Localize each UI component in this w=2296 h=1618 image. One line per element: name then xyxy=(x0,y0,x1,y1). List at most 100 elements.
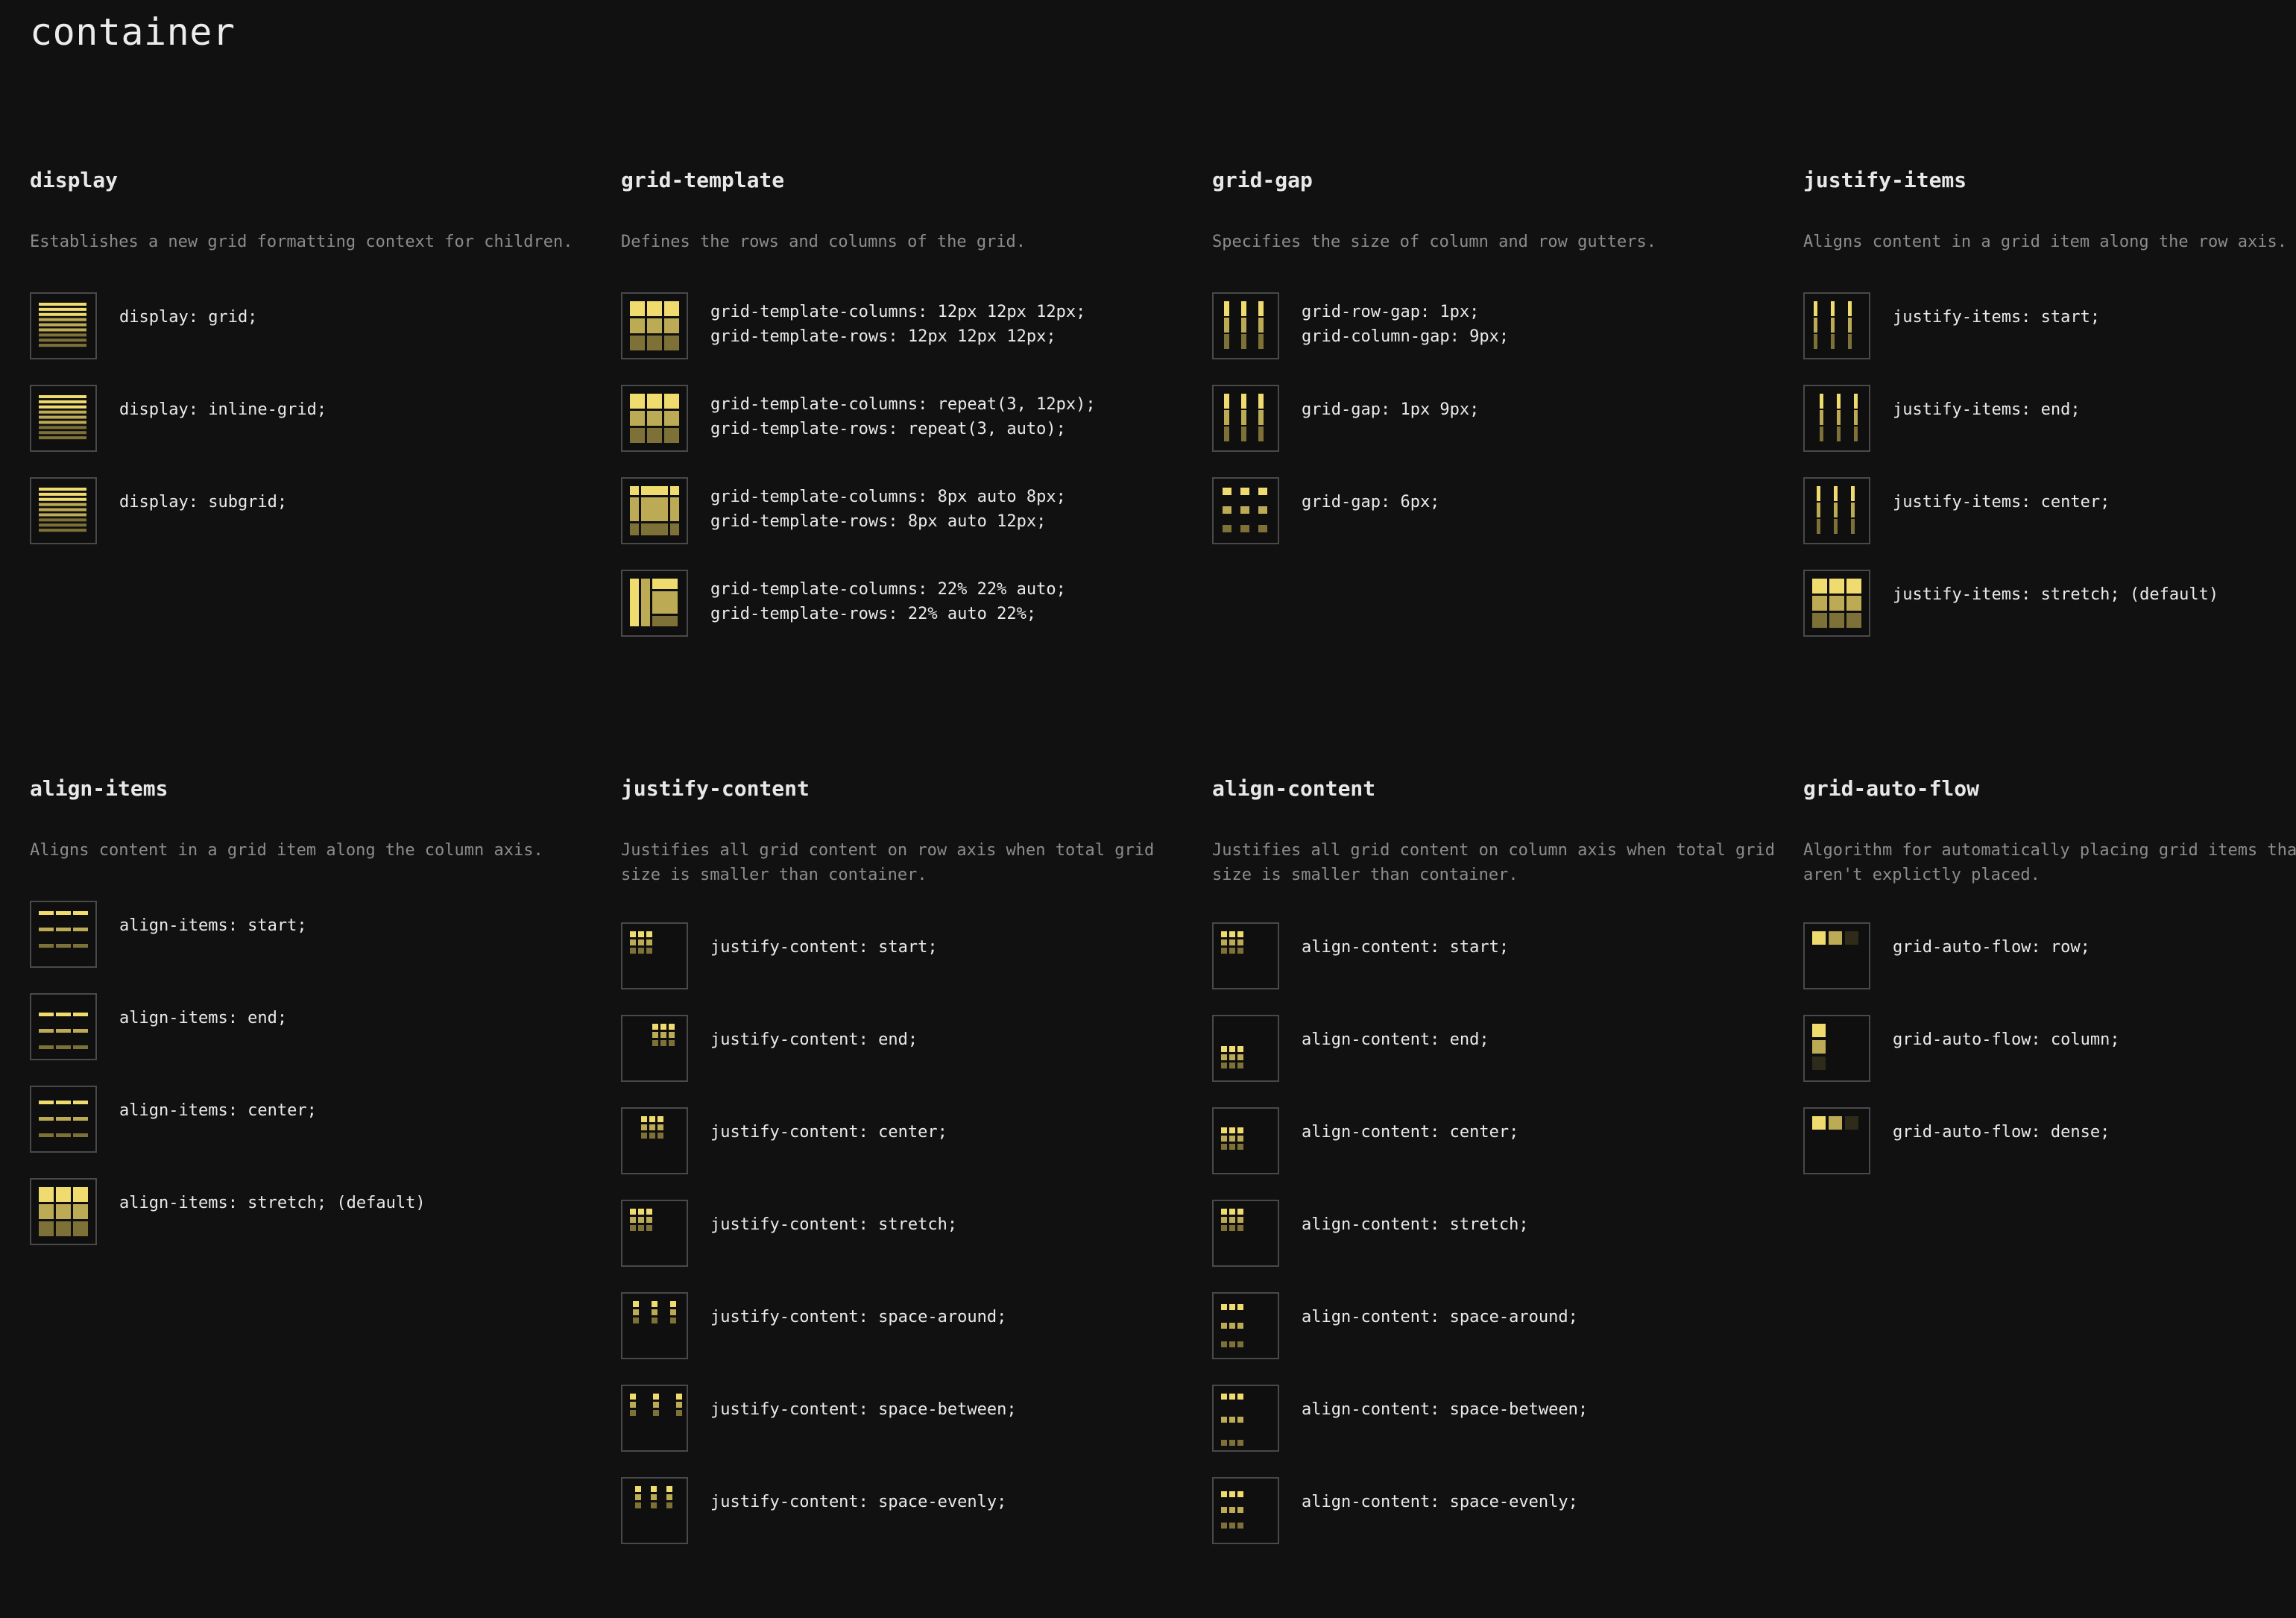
css-line: grid-template-rows: 8px auto 12px; xyxy=(710,512,1047,531)
css-declaration: align-items: start; xyxy=(119,913,307,938)
grid-auto-flow-column-icon xyxy=(1803,1015,1870,1082)
css-line: align-content: space-between; xyxy=(1302,1400,1589,1419)
css-line: justify-content: start; xyxy=(710,937,938,957)
example-list: justify-content: start; justify-content: … xyxy=(621,922,1188,1545)
align-content-space-around-icon xyxy=(1212,1292,1279,1359)
example-item: justify-content: stretch; xyxy=(621,1199,1188,1268)
css-declaration: align-content: space-evenly; xyxy=(1302,1490,1578,1514)
align-items-center-icon xyxy=(30,1086,97,1153)
example-item: justify-items: center; xyxy=(1803,476,2296,545)
section-justify-content: justify-content Justifies all grid conten… xyxy=(621,775,1188,1569)
css-declaration: align-content: space-between; xyxy=(1302,1397,1588,1422)
css-declaration: align-content: center; xyxy=(1302,1120,1518,1145)
section-title: grid-template xyxy=(621,168,785,192)
css-line: grid-gap: 1px 9px; xyxy=(1302,400,1480,419)
css-line: grid-auto-flow: column; xyxy=(1893,1030,2120,1049)
justify-items-end-icon xyxy=(1803,385,1870,452)
css-declaration: grid-template-columns: repeat(3, 12px); g… xyxy=(710,392,1096,441)
css-line: align-content: space-evenly; xyxy=(1302,1492,1578,1511)
section-justify-items: justify-items Aligns content in a grid it… xyxy=(1803,167,2296,661)
section-title: align-items xyxy=(30,776,168,801)
example-item: display: inline-grid; xyxy=(30,384,596,453)
css-declaration: grid-template-columns: 8px auto 8px; grid… xyxy=(710,485,1066,534)
example-item: grid-gap: 1px 9px; xyxy=(1212,384,1779,453)
css-line: align-content: end; xyxy=(1302,1030,1489,1049)
page-title: container xyxy=(30,10,236,54)
example-item: align-content: center; xyxy=(1212,1107,1779,1175)
css-declaration: grid-gap: 6px; xyxy=(1302,490,1439,514)
section-display: display Establishes a new grid formatting… xyxy=(30,167,596,569)
css-line: display: grid; xyxy=(119,307,258,327)
section-title: justify-content xyxy=(621,776,810,801)
css-line: justify-content: end; xyxy=(710,1030,918,1049)
example-list: display: grid; display: inline-grid; displ… xyxy=(30,292,596,545)
example-list: grid-template-columns: 12px 12px 12px; gr… xyxy=(621,292,1188,638)
example-item: align-items: stretch; (default) xyxy=(30,1177,596,1246)
section-description: Justifies all grid content on row axis w… xyxy=(621,841,1155,884)
align-items-end-icon xyxy=(30,993,97,1060)
example-item: justify-content: end; xyxy=(621,1014,1188,1083)
section-grid-template: grid-template Defines the rows and column… xyxy=(621,167,1188,661)
example-item: align-content: space-evenly; xyxy=(1212,1476,1779,1545)
css-line: justify-items: start; xyxy=(1893,307,2101,327)
justify-content-space-evenly-icon xyxy=(621,1477,688,1544)
css-declaration: justify-content: end; xyxy=(710,1027,918,1052)
grid-row-column-gap-icon xyxy=(1212,292,1279,359)
css-line: justify-content: space-evenly; xyxy=(710,1492,1007,1511)
css-declaration: justify-content: stretch; xyxy=(710,1212,957,1237)
section-grid-auto-flow: grid-auto-flow Algorithm for automaticall… xyxy=(1803,775,2296,1199)
css-declaration: display: grid; xyxy=(119,305,257,330)
css-declaration: align-items: center; xyxy=(119,1098,317,1123)
css-declaration: justify-content: center; xyxy=(710,1120,947,1145)
grid-auto-flow-dense-icon xyxy=(1803,1107,1870,1174)
css-line: grid-auto-flow: dense; xyxy=(1893,1122,2110,1142)
section-description: Specifies the size of column and row gut… xyxy=(1212,233,1657,251)
grid-template-auto-icon xyxy=(621,477,688,544)
css-declaration: grid-auto-flow: dense; xyxy=(1893,1120,2110,1145)
css-line: justify-content: center; xyxy=(710,1122,947,1142)
example-item: align-items: start; xyxy=(30,900,596,969)
css-line: grid-template-rows: 22% auto 22%; xyxy=(710,605,1037,623)
grid-gap-1-9-icon xyxy=(1212,385,1279,452)
css-line: align-items: end; xyxy=(119,1008,288,1027)
justify-items-stretch-icon xyxy=(1803,570,1870,637)
css-line: align-content: center; xyxy=(1302,1122,1519,1142)
example-item: justify-items: end; xyxy=(1803,384,2296,453)
example-list: grid-auto-flow: row; grid-auto-flow: colu… xyxy=(1803,922,2296,1175)
example-item: justify-content: space-around; xyxy=(621,1291,1188,1360)
css-declaration: justify-items: start; xyxy=(1893,305,2100,330)
example-item: align-content: space-between; xyxy=(1212,1384,1779,1452)
example-list: align-content: start; align-content: end;… xyxy=(1212,922,1779,1545)
example-item: align-content: start; xyxy=(1212,922,1779,990)
section-grid-gap: grid-gap Specifies the size of column and… xyxy=(1212,167,1779,569)
justify-items-start-icon xyxy=(1803,292,1870,359)
css-declaration: display: subgrid; xyxy=(119,490,287,514)
grid-gap-6-icon xyxy=(1212,477,1279,544)
example-item: grid-template-columns: 8px auto 8px; grid… xyxy=(621,476,1188,545)
example-item: justify-content: space-between; xyxy=(621,1384,1188,1452)
align-content-center-icon xyxy=(1212,1107,1279,1174)
css-declaration: grid-row-gap: 1px; grid-column-gap: 9px; xyxy=(1302,300,1509,349)
example-item: grid-template-columns: 12px 12px 12px; gr… xyxy=(621,292,1188,360)
css-line: grid-column-gap: 9px; xyxy=(1302,327,1510,346)
example-item: grid-auto-flow: row; xyxy=(1803,922,2296,990)
example-list: grid-row-gap: 1px; grid-column-gap: 9px; g… xyxy=(1212,292,1779,545)
css-declaration: grid-gap: 1px 9px; xyxy=(1302,397,1479,422)
css-declaration: grid-auto-flow: column; xyxy=(1893,1027,2120,1052)
example-item: align-items: center; xyxy=(30,1085,596,1153)
section-title: justify-items xyxy=(1803,168,1967,192)
section-align-content: align-content Justifies all grid content … xyxy=(1212,775,1779,1569)
css-declaration: justify-content: space-evenly; xyxy=(710,1490,1006,1514)
css-declaration: align-items: stretch; (default) xyxy=(119,1191,426,1215)
example-item: justify-content: center; xyxy=(621,1107,1188,1175)
example-item: display: grid; xyxy=(30,292,596,360)
css-declaration: justify-content: space-around; xyxy=(710,1305,1006,1329)
grid-template-percent-icon xyxy=(621,570,688,637)
css-declaration: align-content: stretch; xyxy=(1302,1212,1529,1237)
css-declaration: align-items: end; xyxy=(119,1006,287,1030)
align-content-space-evenly-icon xyxy=(1212,1477,1279,1544)
example-item: grid-template-columns: repeat(3, 12px); g… xyxy=(621,384,1188,453)
example-item: align-content: stretch; xyxy=(1212,1199,1779,1268)
css-declaration: display: inline-grid; xyxy=(119,397,327,422)
justify-content-center-icon xyxy=(621,1107,688,1174)
